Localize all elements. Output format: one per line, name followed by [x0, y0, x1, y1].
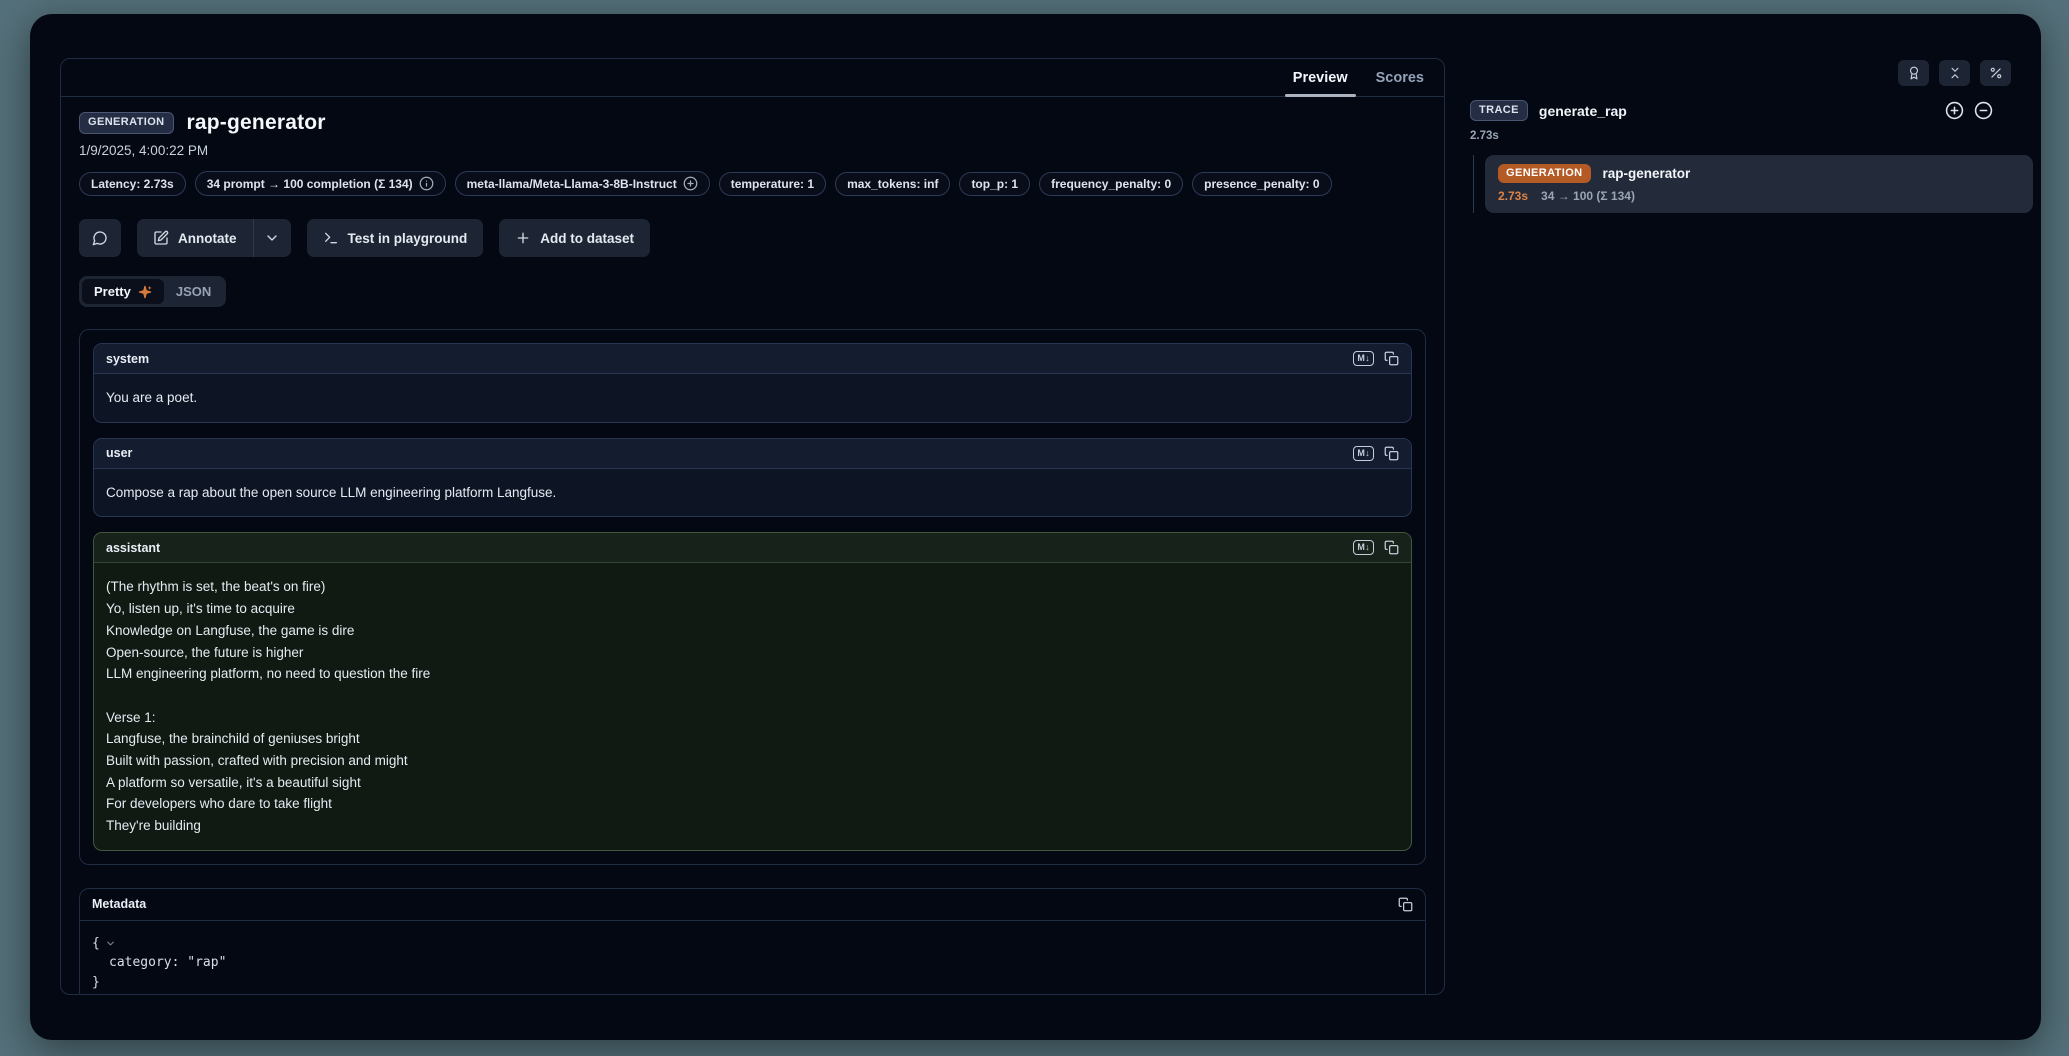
- markdown-toggle-icon[interactable]: M↓: [1353, 540, 1374, 555]
- node-token-usage: 34 → 100 (Σ 134): [1541, 189, 1635, 203]
- copy-icon[interactable]: [1384, 351, 1399, 366]
- info-icon[interactable]: [419, 176, 434, 191]
- tree-controls: [1945, 101, 1993, 120]
- generation-node-name: rap-generator: [1603, 166, 1691, 181]
- token-usage-pill: 34 prompt → 100 completion (Σ 134): [195, 171, 446, 196]
- markdown-toggle-icon[interactable]: M↓: [1353, 351, 1374, 366]
- model-pill: meta-llama/Meta-Llama-3-8B-Instruct: [455, 171, 710, 196]
- playground-button[interactable]: Test in playground: [307, 219, 484, 257]
- message-tools: M↓: [1353, 540, 1399, 555]
- trace-header-row: TRACE generate_rap: [1470, 100, 2033, 121]
- frequency-penalty-pill: frequency_penalty: 0: [1039, 172, 1183, 196]
- panel-tab-bar: Preview Scores: [61, 59, 1444, 97]
- trace-type-badge: TRACE: [1470, 100, 1528, 121]
- assistant-message-card: assistant M↓ (The rhythm is set, the bea…: [93, 532, 1412, 850]
- tab-preview[interactable]: Preview: [1279, 59, 1362, 96]
- app-window: Preview Scores GENERATION rap-generator …: [30, 14, 2041, 1040]
- message-tools: M↓: [1353, 446, 1399, 461]
- tree-indent-line: [1473, 155, 1474, 213]
- trace-tree: GENERATION rap-generator 2.73s 34 → 100 …: [1470, 155, 2033, 213]
- node-latency: 2.73s: [1498, 189, 1528, 203]
- system-message-card: system M↓ You are a poet.: [93, 343, 1412, 423]
- message-role-label: assistant: [106, 541, 160, 555]
- page-title: rap-generator: [187, 111, 326, 135]
- tab-scores[interactable]: Scores: [1362, 59, 1438, 96]
- comment-button[interactable]: [79, 219, 121, 257]
- generation-type-badge: GENERATION: [79, 112, 174, 133]
- message-tools: M↓: [1353, 351, 1399, 366]
- temperature-pill: temperature: 1: [719, 172, 826, 196]
- markdown-toggle-icon[interactable]: M↓: [1353, 446, 1374, 461]
- timestamp: 1/9/2025, 4:00:22 PM: [79, 143, 1426, 158]
- percent-view-button[interactable]: [1980, 60, 2011, 86]
- node-title-row: GENERATION rap-generator: [1498, 164, 2020, 183]
- messages-container: system M↓ You are a poet. user: [79, 329, 1426, 865]
- collapse-panel-button[interactable]: [1939, 60, 1970, 86]
- terminal-icon: [323, 230, 339, 246]
- assistant-message-content: (The rhythm is set, the beat's on fire) …: [94, 563, 1411, 849]
- system-message-header: system M↓: [94, 344, 1411, 374]
- copy-icon[interactable]: [1384, 446, 1399, 461]
- annotate-dropdown-button[interactable]: [253, 219, 291, 257]
- panel-body: GENERATION rap-generator 1/9/2025, 4:00:…: [61, 97, 1444, 994]
- metadata-header: Metadata: [80, 889, 1425, 921]
- action-row: Annotate Test in playground: [79, 219, 1426, 257]
- json-close-brace: }: [92, 973, 100, 993]
- pretty-view-segment[interactable]: Pretty: [82, 279, 164, 304]
- observation-panel: Preview Scores GENERATION rap-generator …: [60, 58, 1445, 995]
- system-message-content: You are a poet.: [94, 374, 1411, 422]
- message-role-label: user: [106, 446, 132, 460]
- award-icon: [1907, 66, 1921, 80]
- expand-all-icon[interactable]: [1945, 101, 1964, 120]
- latency-pill: Latency: 2.73s: [79, 172, 186, 196]
- presence-penalty-pill: presence_penalty: 0: [1192, 172, 1331, 196]
- user-message-card: user M↓ Compose a rap about the open sou…: [93, 438, 1412, 518]
- annotate-button[interactable]: Annotate: [137, 219, 253, 257]
- add-to-dataset-button[interactable]: Add to dataset: [499, 219, 650, 257]
- title-row: GENERATION rap-generator: [79, 111, 1426, 135]
- copy-icon[interactable]: [1398, 897, 1413, 912]
- trace-tree-sidebar: TRACE generate_rap 2.73s GENERATION rap-…: [1470, 100, 2033, 213]
- max-tokens-pill: max_tokens: inf: [835, 172, 950, 196]
- json-open-brace: {: [92, 934, 100, 954]
- square-pen-icon: [153, 230, 169, 246]
- user-message-header: user M↓: [94, 439, 1411, 469]
- assistant-message-header: assistant M↓: [94, 533, 1411, 563]
- json-view-segment[interactable]: JSON: [164, 279, 223, 304]
- panel-controls: [1898, 60, 2011, 86]
- metadata-json: { category: "rap" }: [80, 921, 1425, 994]
- metadata-card: Metadata { category: "rap": [79, 888, 1426, 994]
- trace-latency: 2.73s: [1470, 130, 2033, 142]
- metadata-title: Metadata: [92, 897, 146, 911]
- chevron-down-icon: [264, 230, 280, 246]
- json-entry: category: "rap": [109, 953, 226, 973]
- collapse-all-icon[interactable]: [1974, 101, 1993, 120]
- generation-node-card[interactable]: GENERATION rap-generator 2.73s 34 → 100 …: [1485, 155, 2033, 213]
- copy-icon[interactable]: [1384, 540, 1399, 555]
- message-role-label: system: [106, 352, 149, 366]
- trace-name[interactable]: generate_rap: [1539, 103, 1627, 119]
- chevron-down-icon[interactable]: [105, 938, 116, 949]
- plus-circle-icon[interactable]: [683, 176, 698, 191]
- annotate-scores-button[interactable]: [1898, 60, 1929, 86]
- attribute-pills: Latency: 2.73s 34 prompt → 100 completio…: [79, 171, 1426, 196]
- plus-icon: [515, 230, 531, 246]
- annotate-split-button: Annotate: [137, 219, 291, 257]
- top-p-pill: top_p: 1: [959, 172, 1030, 196]
- generation-node-badge: GENERATION: [1498, 164, 1591, 183]
- node-metrics-row: 2.73s 34 → 100 (Σ 134): [1498, 189, 2020, 203]
- comment-icon: [92, 230, 108, 246]
- user-message-content: Compose a rap about the open source LLM …: [94, 469, 1411, 517]
- view-toggle: Pretty JSON: [79, 276, 226, 307]
- sparkles-icon: [138, 285, 152, 299]
- percent-icon: [1989, 66, 2003, 80]
- chevrons-down-up-icon: [1948, 66, 1962, 80]
